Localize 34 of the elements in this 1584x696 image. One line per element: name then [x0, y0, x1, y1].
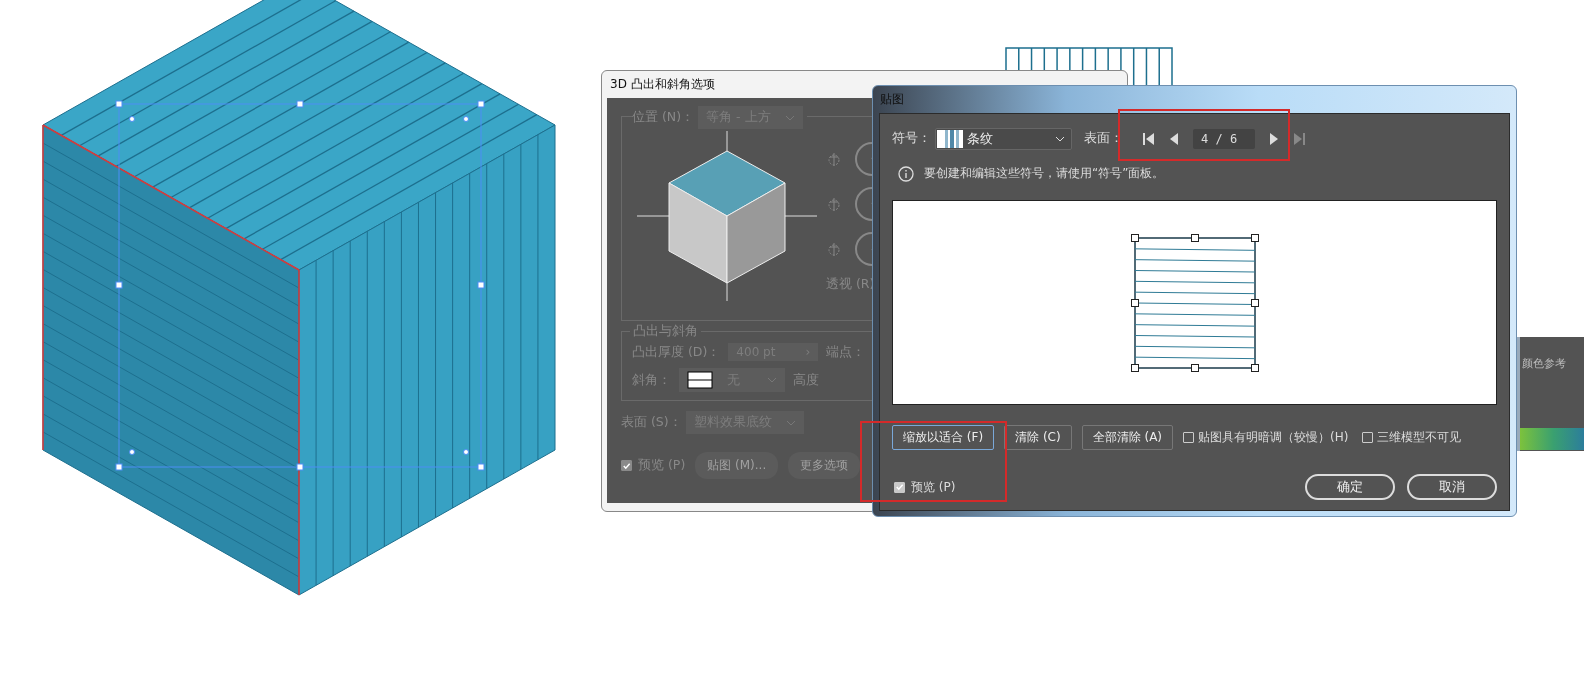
previous-icon [1169, 132, 1179, 145]
chevron-icon [785, 419, 796, 426]
chevron-icon [784, 114, 795, 121]
next-icon [1269, 132, 1279, 145]
rotate-axis-icon [826, 151, 842, 167]
last-page-icon [1293, 132, 1305, 145]
checkbox[interactable] [894, 481, 905, 493]
rotate-axis-icon [826, 196, 842, 212]
dialog-button[interactable]: 缩放以适合 (F) [892, 425, 995, 450]
field-label: 表面： [1084, 130, 1123, 148]
first-page-icon [1143, 132, 1155, 145]
color-gradient [1520, 428, 1584, 450]
field-label: 符号： [892, 130, 931, 148]
symbol-dropdown[interactable]: 条纹 [935, 127, 1072, 150]
chevron-icon [767, 377, 777, 383]
info-icon [898, 165, 914, 182]
dialog-button[interactable]: 全部清除 (A) [1081, 425, 1174, 450]
checkbox-label: 预览 (P) [911, 478, 957, 496]
checkbox[interactable] [1362, 432, 1374, 443]
cancel-button[interactable]: 取消 [1407, 474, 1497, 500]
window-title: 贴图 [879, 91, 905, 108]
checkbox-label: 贴图具有明暗调（较慢）(H) [1198, 429, 1349, 446]
checkbox-label: 三维模型不可见 [1377, 429, 1462, 446]
dialog-button[interactable]: 清除 (C) [1004, 425, 1072, 450]
rotate-axis-icon [826, 241, 842, 257]
info-text: 要创建和编辑这些符号，请使用“符号”面板。 [924, 165, 1165, 183]
bevel-swatch-icon [687, 371, 713, 389]
window-title: 3D 凸出和斜角选项 [609, 76, 716, 93]
page-field[interactable]: 4 / 6 [1193, 128, 1255, 149]
ok-button[interactable]: 确定 [1305, 474, 1395, 500]
chevron-icon [1055, 135, 1065, 142]
panel-tab[interactable]: 颜色参考 [1520, 337, 1584, 390]
stripe-swatch-icon [937, 129, 963, 148]
checkbox[interactable] [1183, 432, 1195, 443]
